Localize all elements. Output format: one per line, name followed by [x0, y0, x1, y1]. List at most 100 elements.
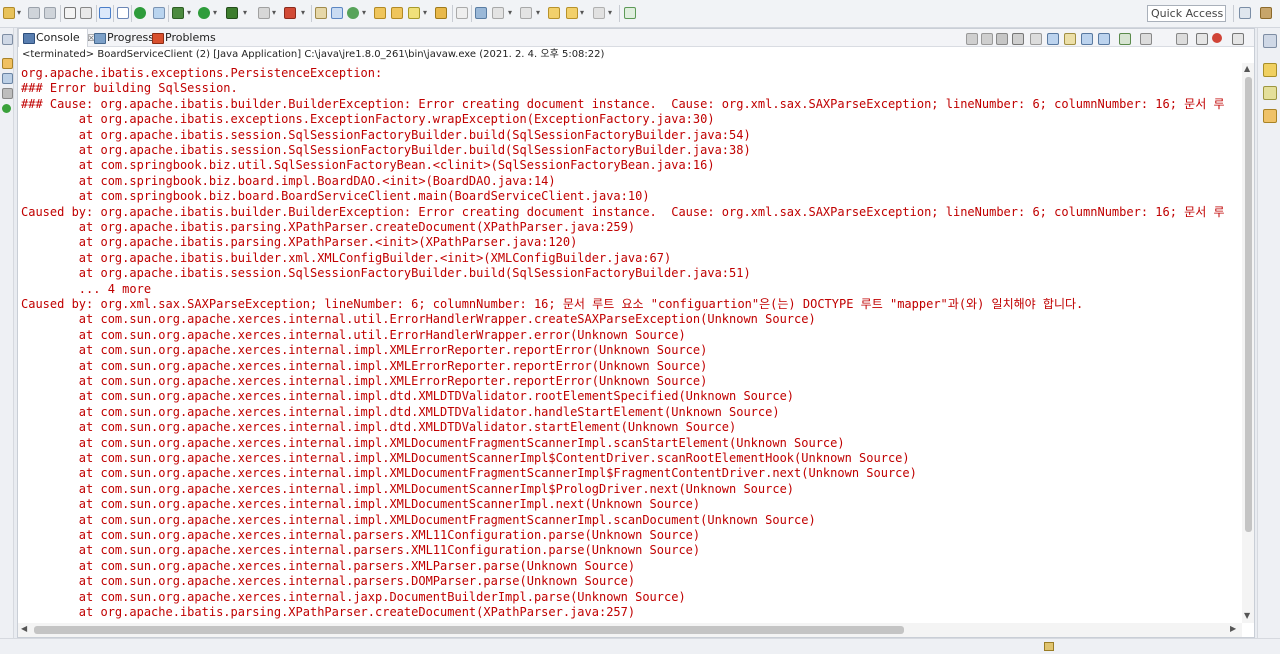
- stop-icon[interactable]: [258, 7, 270, 19]
- pin-console-icon[interactable]: [1098, 33, 1110, 45]
- chevron-down-icon[interactable]: ▾: [272, 8, 276, 18]
- console-line: at org.apache.ibatis.session.SqlSessionF…: [21, 143, 751, 157]
- console-line: Caused by: org.apache.ibatis.builder.Bui…: [21, 204, 1225, 219]
- tab-progress[interactable]: Progress: [90, 29, 154, 47]
- console-line: at org.apache.ibatis.exceptions.Exceptio…: [21, 112, 715, 127]
- previous-annotation-icon[interactable]: [520, 7, 532, 19]
- chevron-down-icon[interactable]: ▾: [17, 8, 21, 18]
- console-line: at com.springbook.biz.board.BoardService…: [21, 189, 650, 204]
- skip-breakpoints-icon[interactable]: [117, 7, 129, 19]
- console-output[interactable]: org.apache.ibatis.exceptions.Persistence…: [18, 63, 1242, 623]
- last-edit-icon[interactable]: [548, 7, 560, 19]
- back-icon[interactable]: [566, 7, 578, 19]
- scroll-down-icon[interactable]: ▼: [1244, 611, 1250, 620]
- open-type-icon[interactable]: [374, 7, 386, 19]
- console-line: at org.apache.ibatis.builder.xml.XMLConf…: [21, 250, 672, 265]
- restore-icon[interactable]: [2, 34, 13, 45]
- window-icon[interactable]: [99, 7, 111, 19]
- scrollbar-thumb[interactable]: [34, 626, 904, 634]
- package-explorer-icon[interactable]: [2, 58, 13, 69]
- open-task-icon[interactable]: [391, 7, 403, 19]
- annotation-icon[interactable]: [456, 7, 468, 19]
- maximize-icon[interactable]: [1232, 33, 1244, 45]
- hierarchy-icon[interactable]: [1263, 109, 1277, 123]
- chevron-down-icon[interactable]: ▾: [362, 8, 366, 18]
- new-class-icon[interactable]: [347, 7, 359, 19]
- save-all-icon[interactable]: [44, 7, 56, 19]
- minimize-icon[interactable]: [1196, 33, 1208, 45]
- scroll-right-icon[interactable]: ▶: [1230, 624, 1236, 633]
- chevron-down-icon[interactable]: ▾: [580, 8, 584, 18]
- console-line: at com.sun.org.apache.xerces.internal.pa…: [21, 528, 701, 542]
- search-icon[interactable]: [408, 7, 420, 19]
- console-line: at org.apache.ibatis.parsing.XPathParser…: [21, 235, 578, 250]
- chevron-down-icon[interactable]: ▾: [243, 8, 247, 18]
- chrome-icon[interactable]: [1212, 33, 1222, 43]
- java-perspective-icon[interactable]: [1260, 7, 1272, 19]
- console-line: at com.sun.org.apache.xerces.internal.im…: [21, 389, 795, 404]
- console-line: ... 4 more: [21, 281, 152, 296]
- toggle-mark-icon[interactable]: [435, 7, 447, 19]
- console-line: at com.sun.org.apache.xerces.internal.im…: [21, 435, 845, 450]
- console-line: at org.apache.ibatis.parsing.XPathParser…: [21, 605, 636, 619]
- next-annotation-icon[interactable]: [492, 7, 504, 19]
- view-tab-bar: Console ☒ Progress Problems: [18, 29, 1254, 47]
- display-console-icon[interactable]: [1119, 33, 1131, 45]
- chevron-down-icon[interactable]: ▾: [608, 8, 612, 18]
- tab-console[interactable]: Console ☒: [18, 29, 95, 47]
- forward-icon[interactable]: [593, 7, 605, 19]
- word-wrap-icon[interactable]: [1047, 33, 1059, 45]
- servers-icon[interactable]: [2, 73, 13, 84]
- scroll-left-icon[interactable]: ◀: [21, 624, 27, 633]
- open-perspective-icon[interactable]: [1239, 7, 1251, 19]
- clear-console-icon[interactable]: [1012, 33, 1024, 45]
- debug-icon[interactable]: [172, 7, 184, 19]
- properties-icon[interactable]: [80, 7, 92, 19]
- scroll-up-icon[interactable]: ▲: [1244, 64, 1250, 73]
- quick-access-input[interactable]: Quick Access: [1147, 5, 1226, 22]
- show-on-stdout-icon[interactable]: [1064, 33, 1076, 45]
- console-line: at com.sun.org.apache.xerces.internal.im…: [21, 481, 795, 496]
- new-java-project-icon[interactable]: [315, 7, 327, 19]
- new-icon[interactable]: [3, 7, 15, 19]
- status-bar: [0, 638, 1280, 654]
- connect-icon[interactable]: [153, 7, 165, 19]
- run-icon[interactable]: [198, 7, 210, 19]
- chevron-down-icon[interactable]: ▾: [213, 8, 217, 18]
- chevron-down-icon[interactable]: ▾: [536, 8, 540, 18]
- server-icon[interactable]: [284, 7, 296, 19]
- chevron-down-icon[interactable]: ▾: [187, 8, 191, 18]
- console-line: at org.apache.ibatis.session.SqlSessionF…: [21, 127, 751, 142]
- terminate-icon[interactable]: [966, 33, 978, 45]
- task-list-icon[interactable]: [1263, 86, 1277, 100]
- new-package-icon[interactable]: [331, 7, 343, 19]
- navigator-icon[interactable]: [2, 88, 13, 99]
- scroll-lock-icon[interactable]: [1030, 33, 1042, 45]
- restore-icon[interactable]: [1263, 34, 1277, 48]
- open-console-icon[interactable]: [1140, 33, 1152, 45]
- console-line: at com.sun.org.apache.xerces.internal.im…: [21, 451, 910, 465]
- tasks-icon[interactable]: [2, 104, 11, 113]
- vertical-scrollbar[interactable]: ▲ ▼: [1242, 63, 1254, 623]
- remove-all-icon[interactable]: [996, 33, 1008, 45]
- show-on-stderr-icon[interactable]: [1081, 33, 1093, 45]
- view-menu-icon[interactable]: [1176, 33, 1188, 45]
- console-line: at com.sun.org.apache.xerces.internal.im…: [21, 374, 708, 388]
- console-line: at com.sun.org.apache.xerces.internal.im…: [21, 343, 708, 358]
- debug-status-icon[interactable]: [134, 7, 146, 19]
- remove-launch-icon[interactable]: [981, 33, 993, 45]
- tab-problems[interactable]: Problems: [148, 29, 216, 47]
- globe-icon[interactable]: [475, 7, 487, 19]
- outline-icon[interactable]: [1263, 63, 1277, 77]
- pin-editor-icon[interactable]: [624, 7, 636, 19]
- print-icon[interactable]: [64, 7, 76, 19]
- chevron-down-icon[interactable]: ▾: [423, 8, 427, 18]
- horizontal-scrollbar[interactable]: ◀ ▶: [18, 623, 1242, 637]
- console-view: Console ☒ Progress Problems <terminated>…: [17, 28, 1255, 638]
- run-last-tool-icon[interactable]: [226, 7, 238, 19]
- scrollbar-thumb[interactable]: [1245, 77, 1252, 532]
- save-icon[interactable]: [28, 7, 40, 19]
- chevron-down-icon[interactable]: ▾: [508, 8, 512, 18]
- console-line: org.apache.ibatis.exceptions.Persistence…: [21, 66, 383, 80]
- chevron-down-icon[interactable]: ▾: [301, 8, 305, 18]
